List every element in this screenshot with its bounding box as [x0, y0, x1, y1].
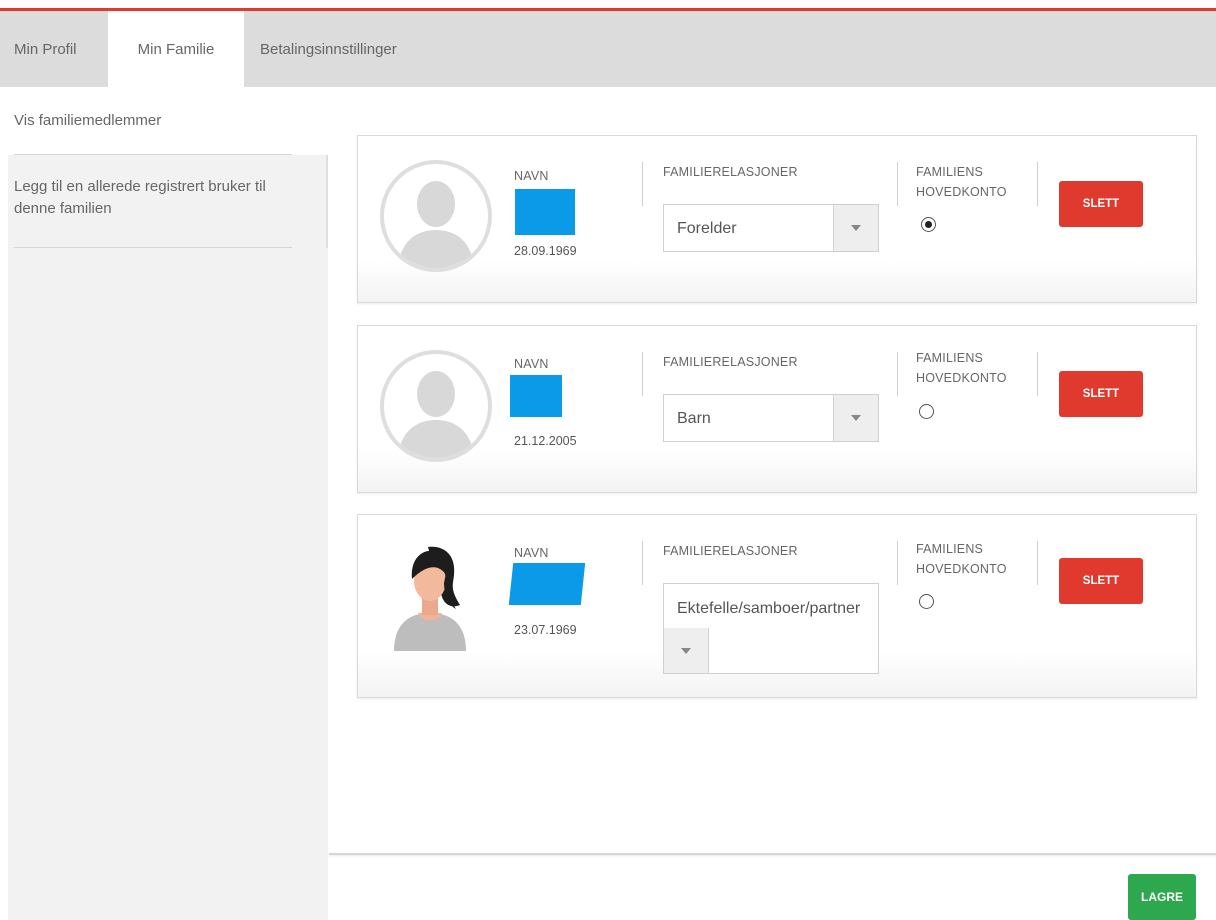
tab-min-profil[interactable]: Min Profil: [8, 11, 98, 87]
redacted-name: [508, 563, 586, 605]
member-card: NAVN 23.07.1969 FAMILIERELASJONER Ektefe…: [357, 514, 1197, 698]
footer-divider: [329, 853, 1216, 855]
sidebar-item-add-existing-user[interactable]: Legg til en allerede registrert bruker t…: [14, 176, 292, 220]
relation-value: Ektefelle/samboer/partner: [677, 600, 861, 617]
dropdown-toggle[interactable]: [664, 628, 709, 673]
birthdate: 23.07.1969: [514, 623, 577, 637]
main-account-label: FAMILIENS HOVEDKONTO: [916, 542, 1007, 576]
column-separator: [897, 352, 898, 396]
column-separator: [642, 541, 643, 585]
name-label: NAVN: [514, 169, 549, 183]
woman-avatar-icon: [388, 539, 472, 651]
chevron-down-icon: [681, 648, 691, 654]
relation-label: FAMILIERELASJONER: [663, 544, 798, 558]
generic-avatar-icon: [380, 350, 492, 462]
birthdate: 28.09.1969: [514, 244, 577, 258]
save-button[interactable]: LAGRE: [1128, 874, 1196, 920]
column-separator: [1037, 352, 1038, 396]
relation-select[interactable]: Ektefelle/samboer/partner: [663, 583, 879, 674]
chevron-down-icon: [851, 415, 861, 421]
dropdown-toggle[interactable]: [833, 205, 878, 251]
column-separator: [642, 352, 643, 396]
tab-min-familie[interactable]: Min Familie: [108, 11, 244, 87]
tab-betalingsinnstillinger[interactable]: Betalingsinnstillinger: [260, 11, 450, 87]
relation-select[interactable]: Forelder: [663, 204, 879, 252]
member-card: NAVN 28.09.1969 FAMILIERELASJONER Foreld…: [357, 135, 1197, 303]
redacted-name: [515, 189, 575, 235]
birthdate: 21.12.2005: [514, 434, 577, 448]
redacted-name: [510, 375, 562, 417]
sidebar-divider: [14, 247, 292, 248]
delete-button[interactable]: SLETT: [1059, 181, 1143, 227]
main-account-radio[interactable]: [919, 404, 934, 419]
column-separator: [1037, 541, 1038, 585]
main-account-label: FAMILIENS HOVEDKONTO: [916, 165, 1007, 199]
generic-avatar-icon: [380, 160, 492, 272]
column-separator: [1037, 162, 1038, 206]
relation-select[interactable]: Barn: [663, 394, 879, 442]
member-card: NAVN 21.12.2005 FAMILIERELASJONER Barn F…: [357, 325, 1197, 493]
main-account-label: FAMILIENS HOVEDKONTO: [916, 351, 1007, 385]
relation-label: FAMILIERELASJONER: [663, 165, 798, 179]
main-account-radio[interactable]: [919, 594, 934, 609]
delete-button[interactable]: SLETT: [1059, 371, 1143, 417]
relation-value: Barn: [677, 410, 711, 427]
sidebar-item-show-members[interactable]: Vis familiemedlemmer: [14, 110, 292, 132]
main-account-radio[interactable]: [921, 217, 936, 232]
column-separator: [897, 541, 898, 585]
column-separator: [642, 162, 643, 206]
name-label: NAVN: [514, 357, 549, 371]
radio-selected-dot: [925, 221, 932, 228]
name-label: NAVN: [514, 546, 549, 560]
relation-value: Forelder: [677, 220, 737, 237]
column-separator: [897, 162, 898, 206]
chevron-down-icon: [851, 225, 861, 231]
sidebar-divider: [14, 154, 292, 155]
delete-button[interactable]: SLETT: [1059, 558, 1143, 604]
sidebar-edge: [326, 155, 328, 248]
dropdown-toggle[interactable]: [833, 395, 878, 441]
relation-label: FAMILIERELASJONER: [663, 355, 798, 369]
